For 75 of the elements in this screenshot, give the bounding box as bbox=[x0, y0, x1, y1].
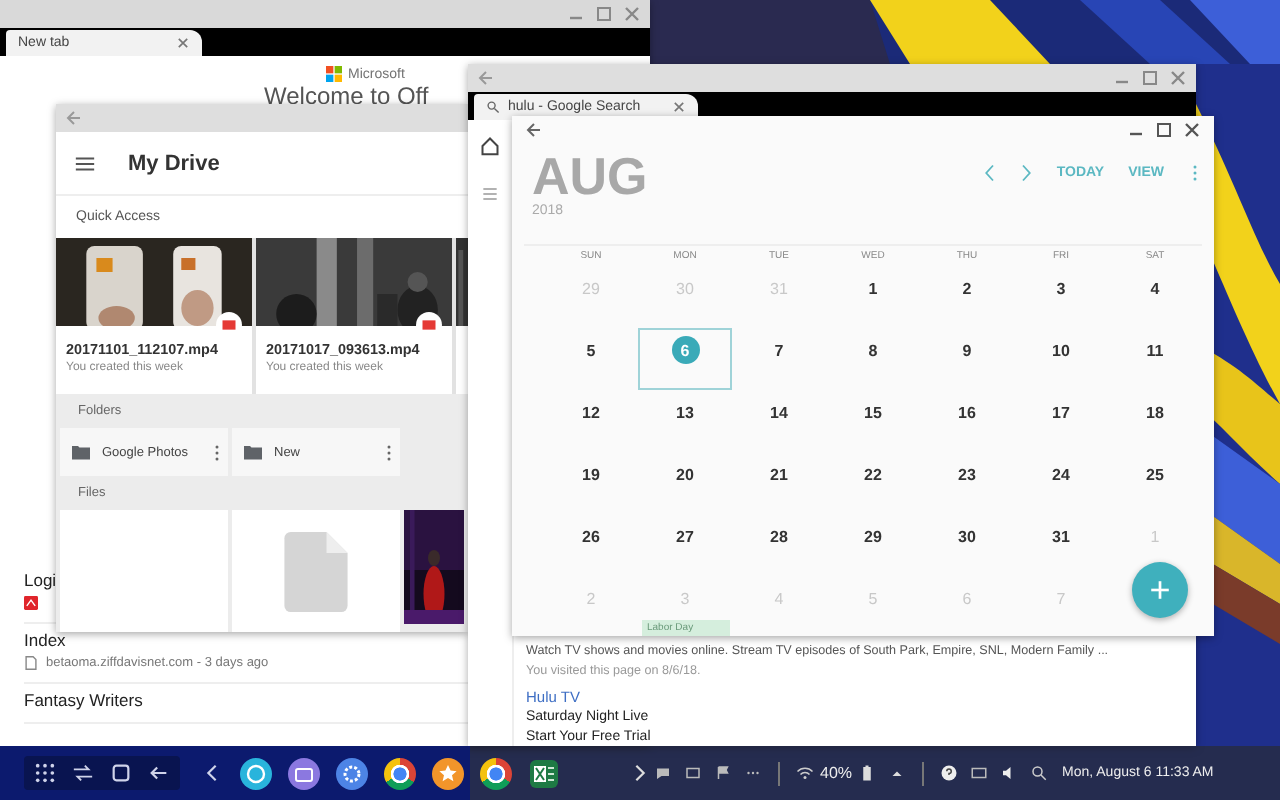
day-number[interactable]: 16 bbox=[953, 398, 981, 426]
home-icon[interactable] bbox=[480, 136, 500, 156]
close-icon[interactable] bbox=[176, 36, 190, 50]
day-number[interactable]: 2 bbox=[953, 274, 981, 302]
logo-icon bbox=[326, 66, 342, 82]
day-number[interactable]: 28 bbox=[765, 522, 793, 550]
close-icon[interactable] bbox=[672, 100, 686, 114]
day-number[interactable]: 11 bbox=[1141, 336, 1169, 364]
apps-icon[interactable] bbox=[34, 762, 56, 784]
spreadsheet-app-icon[interactable] bbox=[528, 757, 560, 789]
clock-app-icon[interactable] bbox=[240, 757, 272, 789]
gear-app-icon[interactable] bbox=[336, 757, 368, 789]
chevron-right-icon[interactable] bbox=[632, 762, 648, 784]
browser-app-icon[interactable] bbox=[480, 757, 512, 789]
star-app-icon[interactable] bbox=[432, 757, 464, 789]
file-icon bbox=[24, 596, 38, 610]
close-icon[interactable] bbox=[1182, 120, 1202, 140]
flag-icon[interactable] bbox=[714, 764, 732, 782]
drive-title: My Drive bbox=[128, 151, 220, 175]
day-number[interactable]: 22 bbox=[859, 460, 887, 488]
chevron-left-icon[interactable] bbox=[204, 762, 220, 784]
page-icon bbox=[24, 656, 38, 670]
day-number[interactable]: 12 bbox=[577, 398, 605, 426]
day-number[interactable]: 20 bbox=[671, 460, 699, 488]
day-number[interactable]: 18 bbox=[1141, 398, 1169, 426]
day-number[interactable]: 23 bbox=[953, 460, 981, 488]
wifi-icon[interactable] bbox=[796, 764, 814, 782]
day-number[interactable]: 15 bbox=[859, 398, 887, 426]
day-number[interactable]: 17 bbox=[1047, 398, 1075, 426]
maximize-icon[interactable] bbox=[1154, 120, 1174, 140]
day-number[interactable]: 30 bbox=[953, 522, 981, 550]
folder-icon bbox=[72, 444, 90, 460]
selection-frame bbox=[638, 328, 732, 390]
history-title[interactable]: Logi bbox=[24, 570, 57, 590]
battery-level: 40% bbox=[820, 764, 853, 782]
day-number[interactable]: 10 bbox=[1047, 336, 1075, 364]
day-number[interactable]: 3 bbox=[1047, 274, 1075, 302]
back-arrow-icon[interactable] bbox=[524, 120, 544, 140]
day-number[interactable]: 13 bbox=[671, 398, 699, 426]
day-number[interactable]: 24 bbox=[1047, 460, 1075, 488]
day-number[interactable]: 1 bbox=[859, 274, 887, 302]
search-icon[interactable] bbox=[1030, 764, 1049, 782]
history-title[interactable]: Index bbox=[24, 630, 66, 650]
recents-icon[interactable] bbox=[72, 762, 94, 784]
history-title[interactable]: Fantasy Writers bbox=[24, 690, 143, 710]
day-number[interactable]: 5 bbox=[577, 336, 605, 364]
keyboard-icon[interactable] bbox=[970, 764, 989, 782]
day-number[interactable]: 29 bbox=[859, 522, 887, 550]
folder-icon bbox=[244, 444, 262, 460]
file-tile[interactable] bbox=[60, 510, 228, 632]
day-number[interactable]: 7 bbox=[765, 336, 793, 364]
day-number[interactable]: 14 bbox=[765, 398, 793, 426]
search-icon bbox=[486, 100, 500, 114]
chat-icon[interactable] bbox=[654, 764, 672, 782]
more-icon[interactable] bbox=[386, 443, 392, 461]
day-number[interactable]: 19 bbox=[577, 460, 605, 488]
file-tile[interactable] bbox=[232, 510, 400, 632]
day-number[interactable]: 27 bbox=[671, 522, 699, 550]
back-arrow-icon[interactable] bbox=[148, 762, 170, 784]
day-number[interactable]: 31 bbox=[1047, 522, 1075, 550]
more-icon[interactable] bbox=[214, 443, 220, 461]
day-number[interactable]: 21 bbox=[765, 460, 793, 488]
day-number[interactable]: 25 bbox=[1141, 460, 1169, 488]
document-icon bbox=[284, 531, 348, 611]
help-icon[interactable] bbox=[940, 764, 959, 782]
day-number[interactable]: 4 bbox=[1141, 274, 1169, 302]
day-number[interactable]: 26 bbox=[577, 522, 605, 550]
day-number[interactable]: 9 bbox=[953, 336, 981, 364]
screen-icon[interactable] bbox=[684, 764, 702, 782]
day-number[interactable]: 8 bbox=[859, 336, 887, 364]
page-heading: Welcome to Off bbox=[264, 84, 429, 110]
month-title: AUG bbox=[532, 148, 648, 204]
camera-app-icon[interactable] bbox=[288, 757, 320, 789]
menu-icon[interactable] bbox=[74, 153, 96, 173]
battery-icon bbox=[858, 764, 877, 782]
